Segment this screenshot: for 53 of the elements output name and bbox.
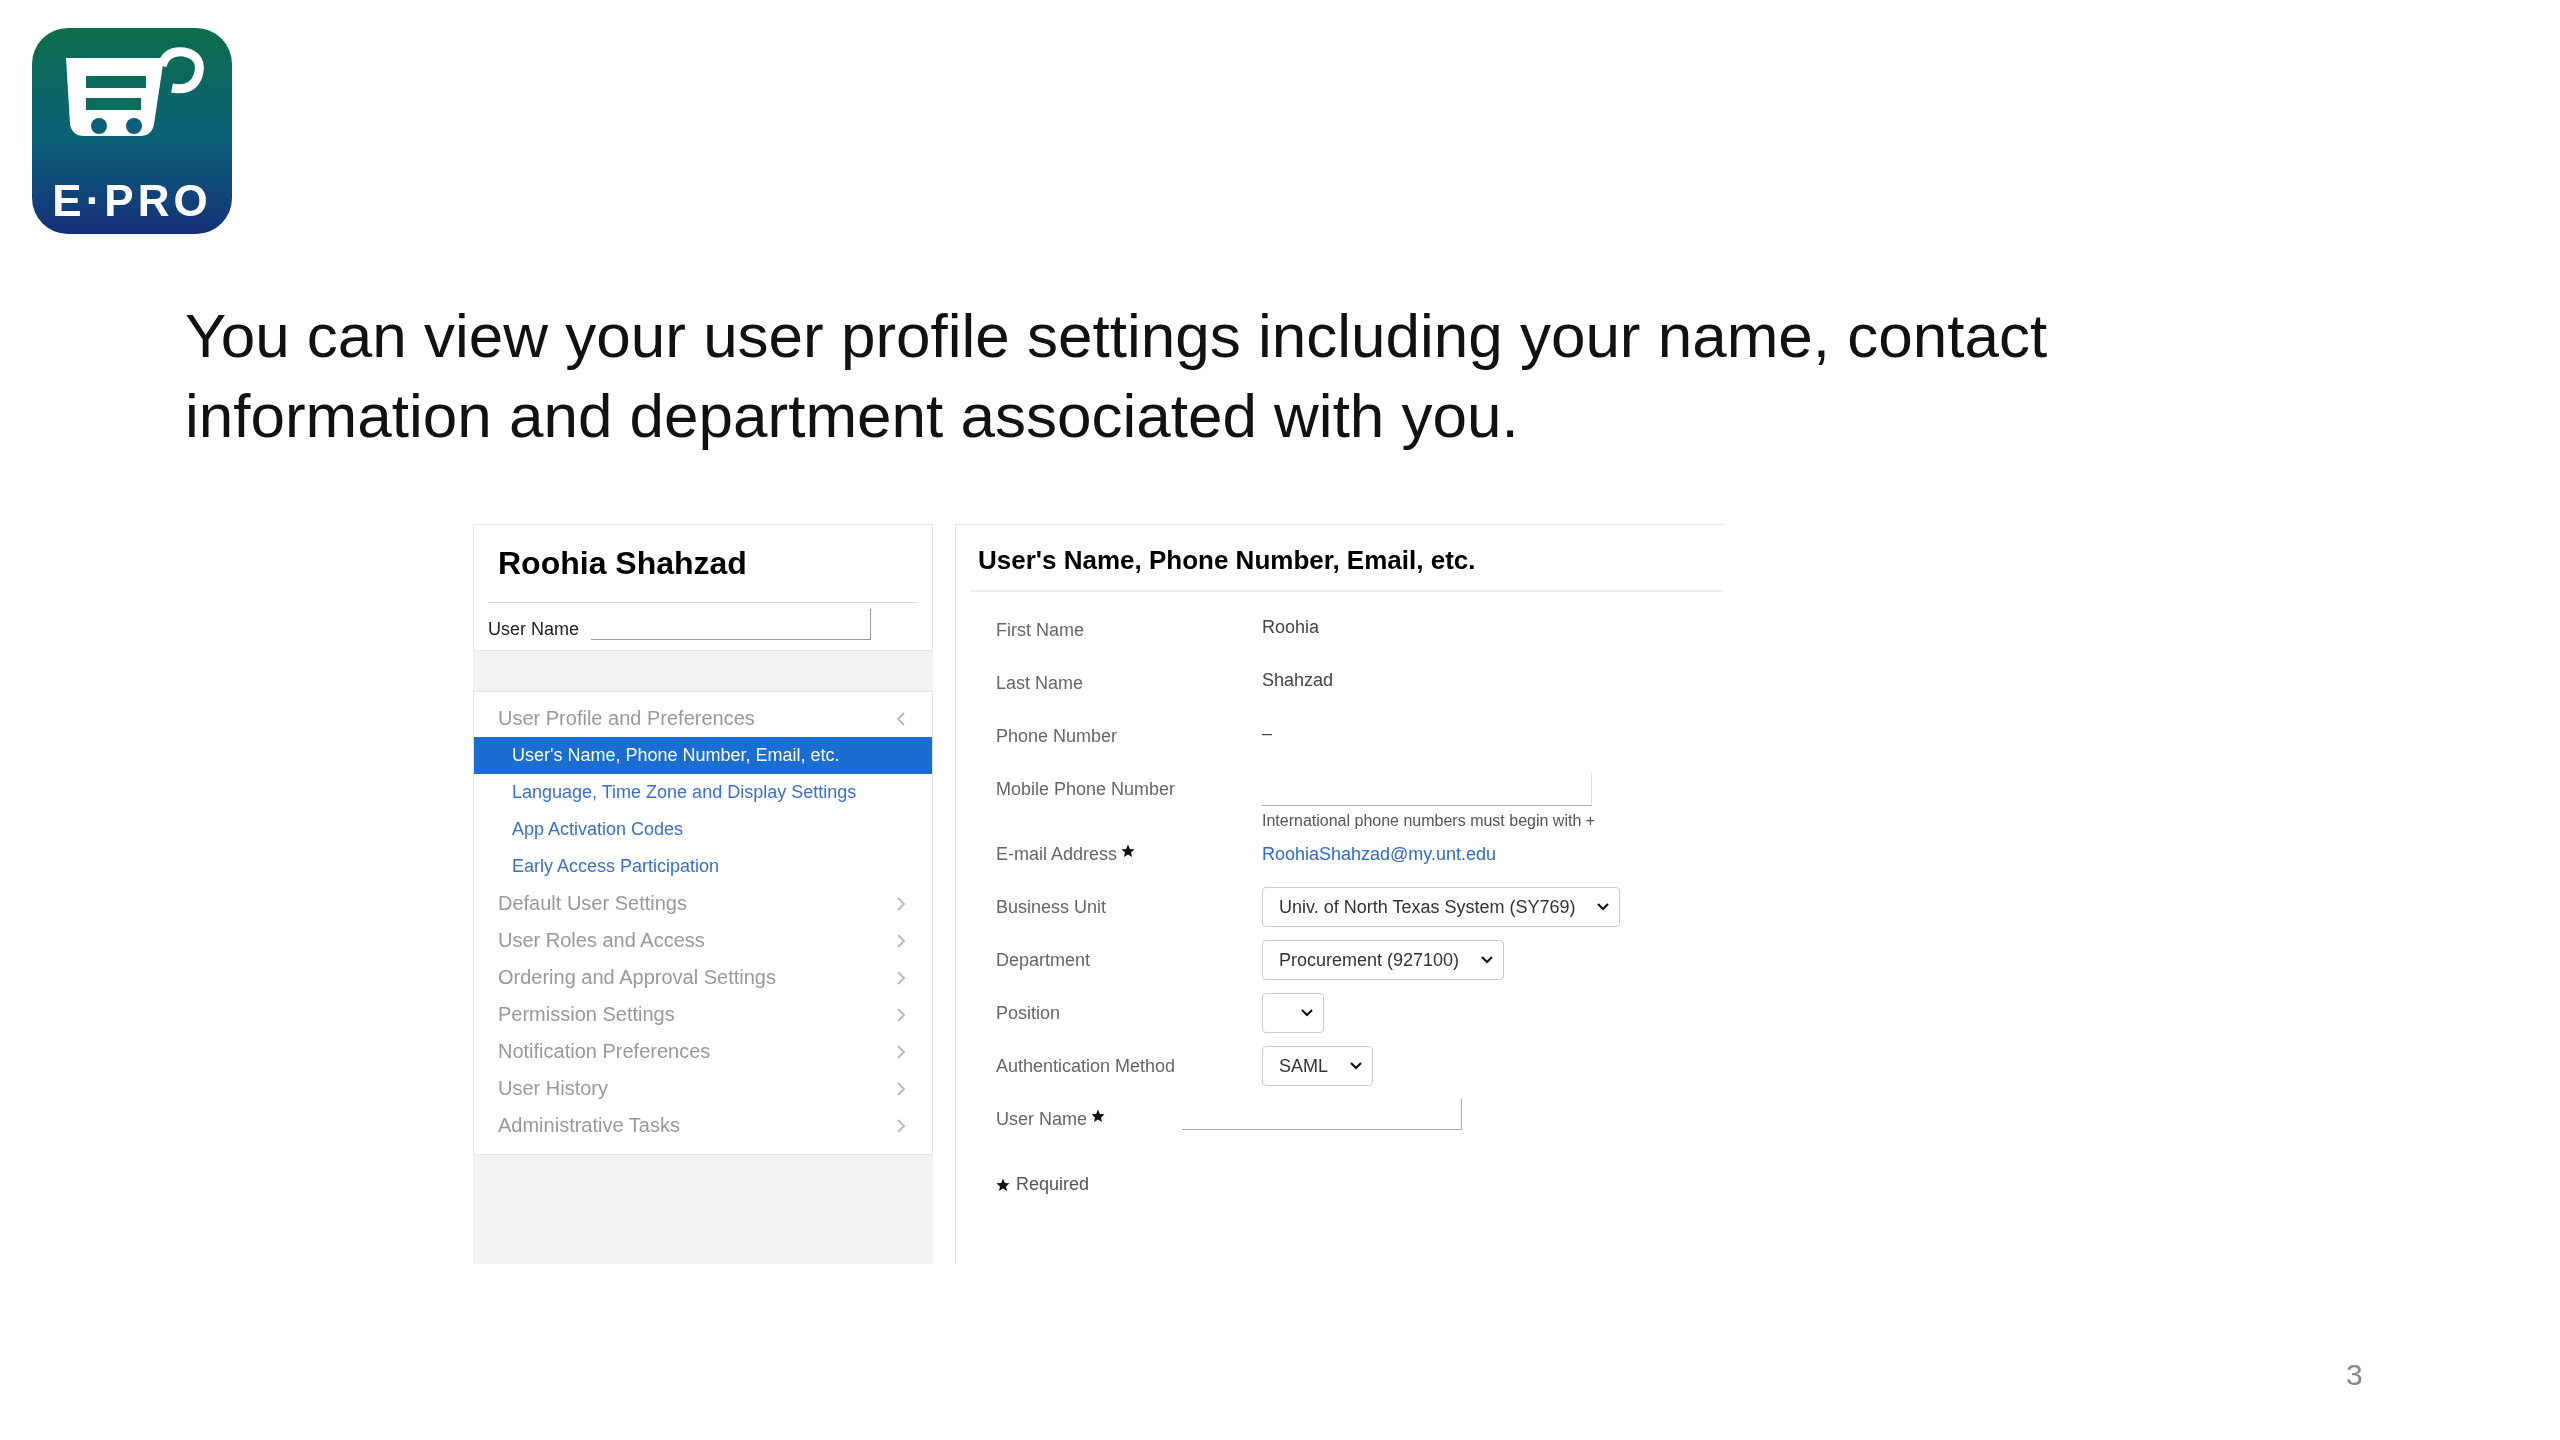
nav-item[interactable]: Permission Settings bbox=[474, 996, 932, 1033]
caret-icon bbox=[1350, 1062, 1363, 1070]
required-note: Required bbox=[1016, 1174, 1090, 1195]
nav-item[interactable]: User Roles and Access bbox=[474, 922, 932, 959]
chevron-left-icon bbox=[896, 710, 906, 727]
slide-heading: You can view your user profile settings including your name, contact information and department associated with you. bbox=[185, 300, 2049, 452]
required-star-icon bbox=[1121, 844, 1136, 858]
field-label: Last Name bbox=[996, 673, 1084, 694]
field-label: First Name bbox=[996, 620, 1084, 641]
field-value: Roohia bbox=[1262, 616, 1320, 638]
chevron-right-icon bbox=[896, 932, 906, 949]
logo-text: E·PRO bbox=[52, 176, 212, 226]
field-value: – bbox=[1262, 722, 1272, 744]
caret-icon bbox=[1301, 1009, 1313, 1017]
chevron-right-icon bbox=[896, 1117, 906, 1134]
select-dropdown[interactable]: Univ. of North Texas System (SY769) bbox=[1262, 887, 1621, 927]
chevron-right-icon bbox=[896, 1043, 906, 1060]
caret-icon bbox=[1597, 903, 1610, 911]
field-label: E-mail Address bbox=[996, 844, 1118, 865]
nav-subitem[interactable]: Language, Time Zone and Display Settings bbox=[474, 774, 932, 811]
field-label: Position bbox=[996, 1003, 1061, 1024]
nav-subitem[interactable]: Early Access Participation bbox=[474, 848, 932, 885]
nav-subitem[interactable]: App Activation Codes bbox=[474, 811, 932, 848]
form-title: User's Name, Phone Number, Email, etc. bbox=[970, 525, 1723, 592]
select-dropdown[interactable]: Procurement (927100) bbox=[1262, 940, 1505, 980]
field-label: Department bbox=[996, 950, 1091, 971]
chevron-right-icon bbox=[896, 895, 906, 912]
chevron-right-icon bbox=[896, 969, 906, 986]
nav-subitem[interactable]: User's Name, Phone Number, Email, etc. bbox=[474, 737, 932, 774]
field-label: Authentication Method bbox=[996, 1056, 1176, 1077]
chevron-right-icon bbox=[896, 1080, 906, 1097]
nav-item[interactable]: User Profile and Preferences bbox=[474, 700, 932, 737]
nav-item[interactable]: Default User Settings bbox=[474, 885, 932, 922]
select-dropdown[interactable]: SAML bbox=[1262, 1046, 1374, 1086]
field-label: User Name bbox=[488, 619, 580, 640]
nav-item[interactable]: User History bbox=[474, 1070, 932, 1107]
nav-item[interactable]: Ordering and Approval Settings bbox=[474, 959, 932, 996]
profile-name: Roohia Shahzad bbox=[498, 545, 748, 582]
field-hint: International phone numbers must begin with + bbox=[1262, 812, 1596, 830]
email-link[interactable]: RoohiaShahzad@my.unt.edu bbox=[1262, 830, 1497, 865]
field-label: Mobile Phone Number bbox=[996, 779, 1176, 800]
required-star-icon bbox=[996, 1177, 1010, 1192]
field-label: Business Unit bbox=[996, 897, 1107, 918]
field-label: Phone Number bbox=[996, 726, 1118, 747]
caret-icon bbox=[1481, 956, 1494, 964]
field-label: User Name bbox=[996, 1109, 1088, 1130]
required-star-icon bbox=[1091, 1109, 1106, 1123]
select-dropdown[interactable] bbox=[1262, 993, 1324, 1033]
field-value: Shahzad bbox=[1262, 669, 1334, 691]
chevron-right-icon bbox=[896, 1006, 906, 1023]
page-number: 3 bbox=[2346, 1358, 2364, 1392]
nav-item[interactable]: Administrative Tasks bbox=[474, 1107, 932, 1144]
nav-item[interactable]: Notification Preferences bbox=[474, 1033, 932, 1070]
